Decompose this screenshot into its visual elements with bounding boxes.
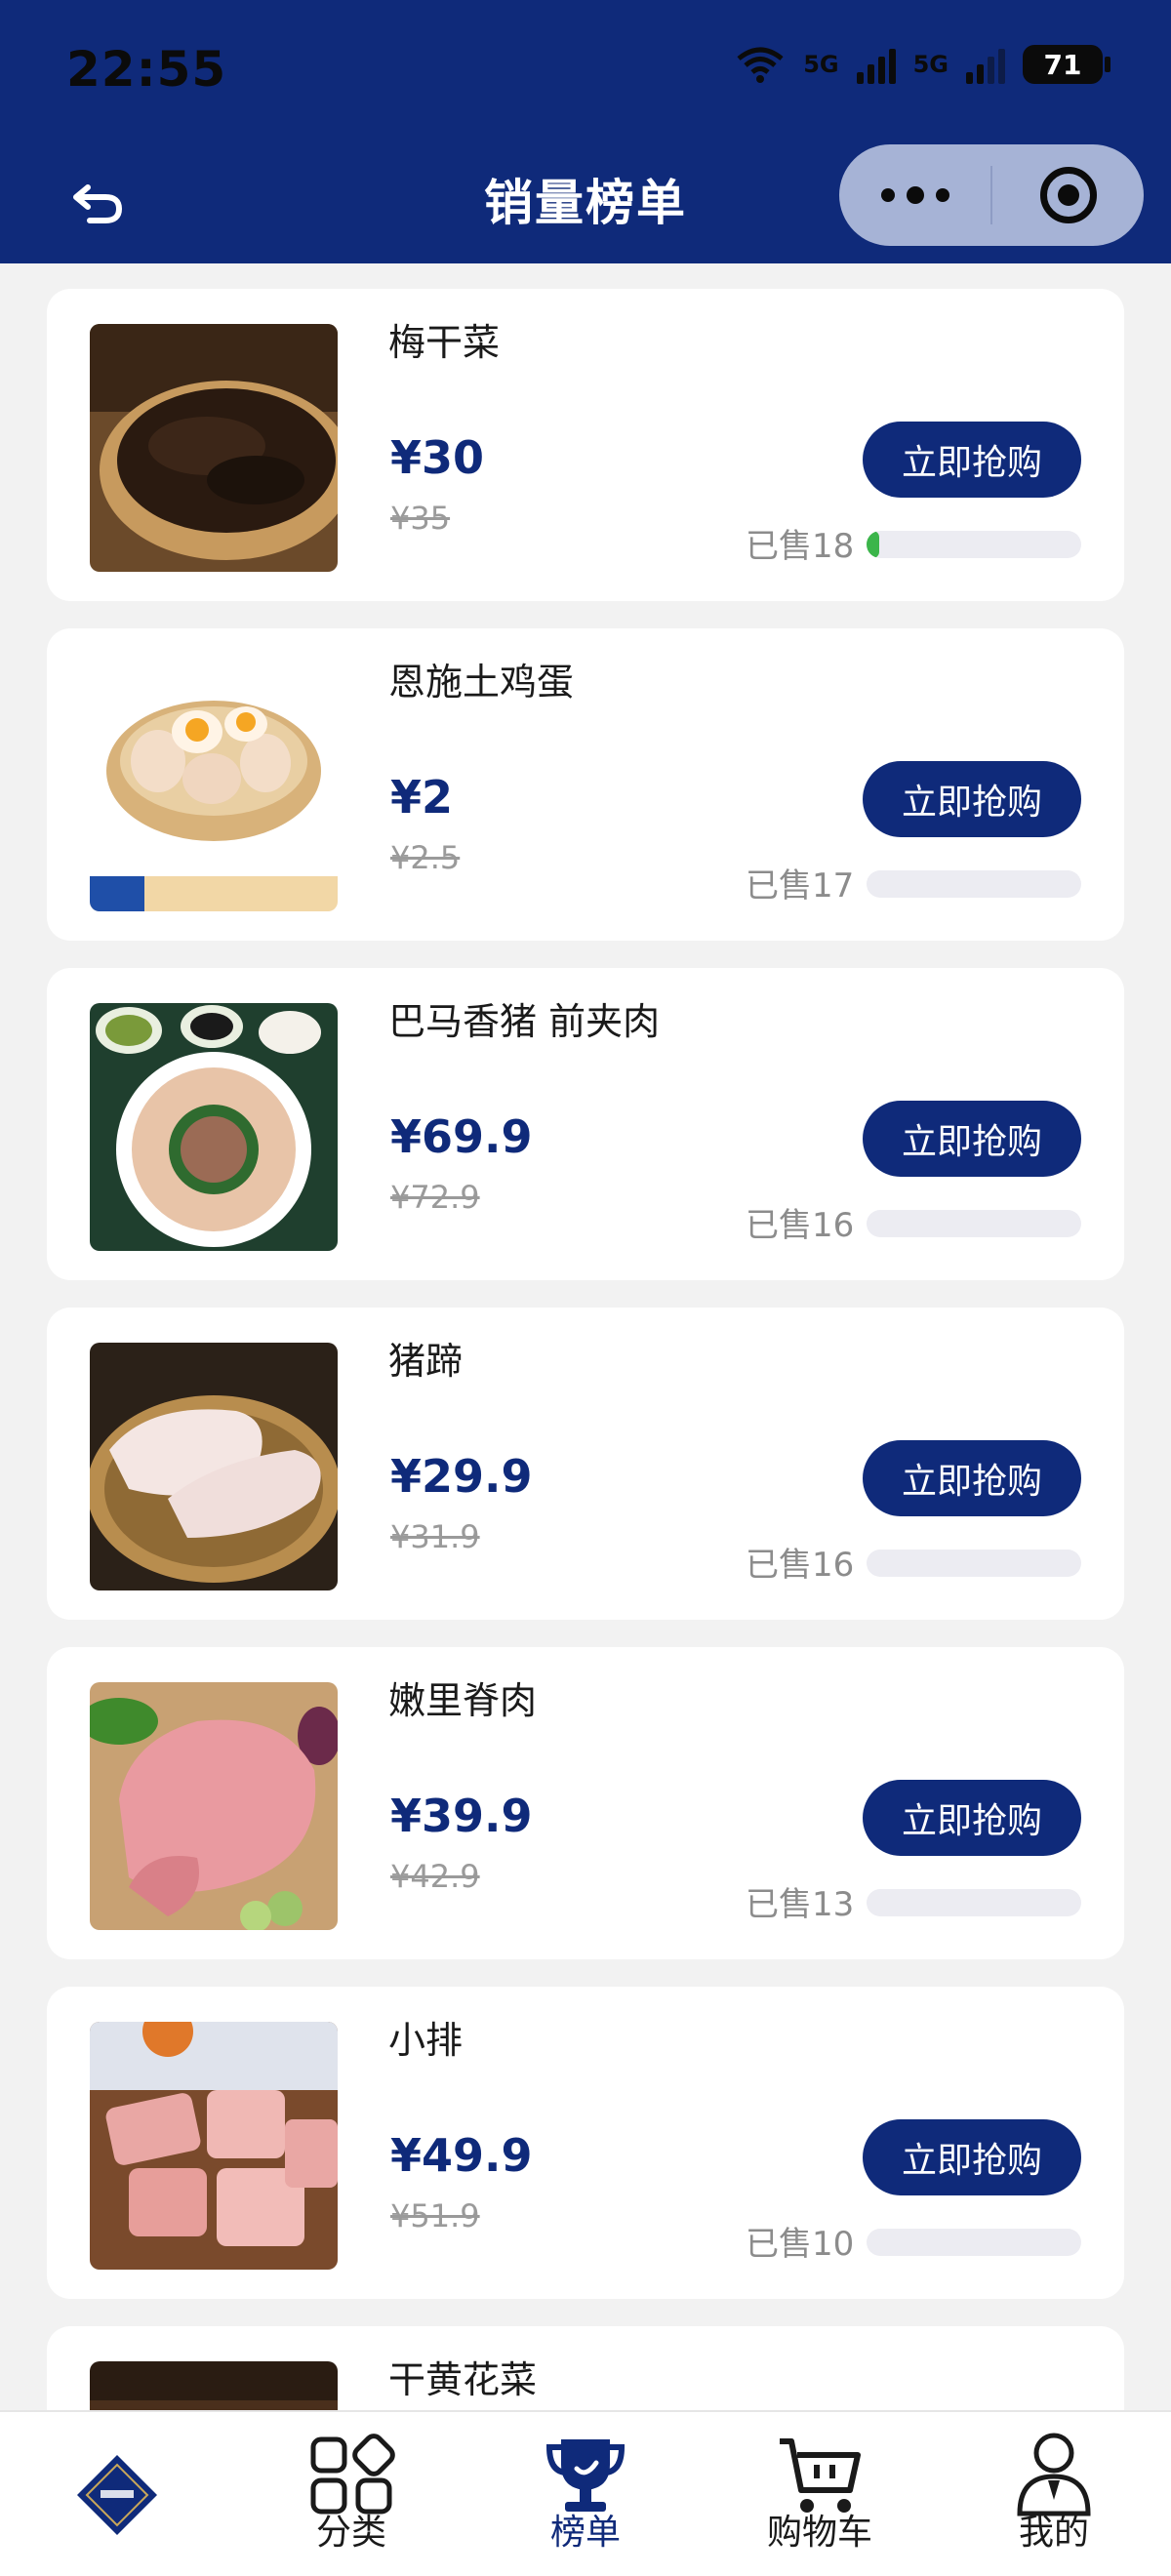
product-price: ¥30 — [390, 431, 485, 484]
buy-now-button[interactable]: 立即抢购 — [863, 422, 1081, 498]
header: 22:55 5G 5G 71 销量榜单 — [0, 0, 1171, 263]
profile-icon — [1017, 2433, 1091, 2516]
product-price: ¥49.9 — [390, 2129, 533, 2182]
sold-count: 已售17 — [746, 866, 855, 906]
product-name: 嫩里脊肉 — [388, 1679, 538, 1722]
buy-now-button[interactable]: 立即抢购 — [863, 1101, 1081, 1177]
sold-count: 已售16 — [746, 1206, 855, 1245]
product-card[interactable]: 猪蹄 ¥29.9 ¥31.9 立即抢购 已售16 — [47, 1308, 1124, 1620]
sold-count: 已售16 — [746, 1546, 855, 1585]
product-image-ribs[interactable] — [90, 2022, 338, 2270]
product-image-daylily[interactable] — [90, 2361, 338, 2410]
buy-now-button[interactable]: 立即抢购 — [863, 1780, 1081, 1856]
sales-progress-bar — [867, 2229, 1081, 2256]
product-card[interactable]: 干黄花菜 — [47, 2326, 1124, 2410]
status-time: 22:55 — [66, 41, 227, 98]
product-name: 梅干菜 — [388, 321, 501, 364]
product-price: ¥69.9 — [390, 1110, 533, 1163]
product-image-eggs[interactable] — [90, 664, 338, 911]
product-card[interactable]: 嫩里脊肉 ¥39.9 ¥42.9 立即抢购 已售13 — [47, 1647, 1124, 1959]
product-price: ¥39.9 — [390, 1790, 533, 1842]
product-card[interactable]: 恩施土鸡蛋 ¥2 ¥2.5 立即抢购 已售17 — [47, 628, 1124, 941]
sold-count: 已售18 — [746, 527, 855, 566]
product-name: 干黄花菜 — [388, 2358, 538, 2401]
sales-progress-fill — [867, 531, 880, 558]
buy-now-button[interactable]: 立即抢购 — [863, 2119, 1081, 2195]
product-card[interactable]: 小排 ¥49.9 ¥51.9 立即抢购 已售10 — [47, 1987, 1124, 2299]
wifi-icon — [735, 45, 786, 84]
product-image-pork-plate[interactable] — [90, 1003, 338, 1251]
close-mini-program-icon[interactable] — [992, 144, 1144, 246]
trophy-icon — [545, 2439, 626, 2512]
tab-bar: 分类 榜单 购物车 我的 — [0, 2410, 1171, 2576]
mini-program-capsule — [839, 144, 1144, 246]
product-original-price: ¥72.9 — [390, 1179, 480, 1216]
tab-cart[interactable]: 购物车 — [703, 2412, 937, 2576]
brand-logo-icon — [77, 2455, 157, 2535]
tab-category[interactable]: 分类 — [234, 2412, 468, 2576]
product-original-price: ¥42.9 — [390, 1858, 480, 1895]
sold-count: 已售13 — [746, 1885, 855, 1924]
product-price: ¥2 — [390, 771, 454, 824]
sales-progress-bar — [867, 531, 1081, 558]
nav-bar: 销量榜单 — [0, 137, 1171, 263]
buy-now-button[interactable]: 立即抢购 — [863, 1440, 1081, 1516]
product-price: ¥29.9 — [390, 1450, 533, 1503]
battery-level: 71 — [1043, 48, 1082, 81]
product-original-price: ¥35 — [390, 500, 451, 537]
tab-home[interactable] — [0, 2412, 234, 2576]
product-image-trotters[interactable] — [90, 1343, 338, 1590]
product-original-price: ¥51.9 — [390, 2197, 480, 2234]
product-name: 恩施土鸡蛋 — [388, 661, 575, 704]
signal-icon — [966, 45, 1005, 84]
product-card[interactable]: 梅干菜 ¥30 ¥35 立即抢购 已售18 — [47, 289, 1124, 601]
product-name: 小排 — [388, 2019, 464, 2062]
sales-progress-bar — [867, 1889, 1081, 1916]
more-icon[interactable] — [839, 144, 990, 246]
buy-now-button[interactable]: 立即抢购 — [863, 761, 1081, 837]
product-list: 梅干菜 ¥30 ¥35 立即抢购 已售18 恩施土鸡蛋 ¥2 ¥2.5 立即抢购… — [47, 289, 1124, 2410]
network-label-2: 5G — [912, 51, 949, 78]
product-name: 巴马香猪 前夹肉 — [388, 1000, 661, 1043]
sales-progress-bar — [867, 870, 1081, 898]
sold-count: 已售10 — [746, 2225, 855, 2264]
product-original-price: ¥31.9 — [390, 1518, 480, 1555]
status-bar: 22:55 5G 5G 71 — [0, 0, 1171, 137]
sales-progress-bar — [867, 1210, 1081, 1237]
tab-ranking[interactable]: 榜单 — [468, 2412, 703, 2576]
product-image-tenderloin[interactable] — [90, 1682, 338, 1930]
product-card[interactable]: 巴马香猪 前夹肉 ¥69.9 ¥72.9 立即抢购 已售16 — [47, 968, 1124, 1280]
category-icon — [310, 2434, 395, 2515]
status-icons: 5G 5G 71 — [735, 45, 1110, 84]
sales-progress-bar — [867, 1550, 1081, 1577]
battery-icon: 71 — [1023, 45, 1110, 84]
product-image-dried-vegetable[interactable] — [90, 324, 338, 572]
product-name: 猪蹄 — [388, 1340, 464, 1383]
product-original-price: ¥2.5 — [390, 839, 461, 876]
cart-icon — [780, 2438, 861, 2513]
tab-profile[interactable]: 我的 — [937, 2412, 1171, 2576]
signal-icon — [856, 45, 896, 84]
network-label-1: 5G — [803, 51, 839, 78]
